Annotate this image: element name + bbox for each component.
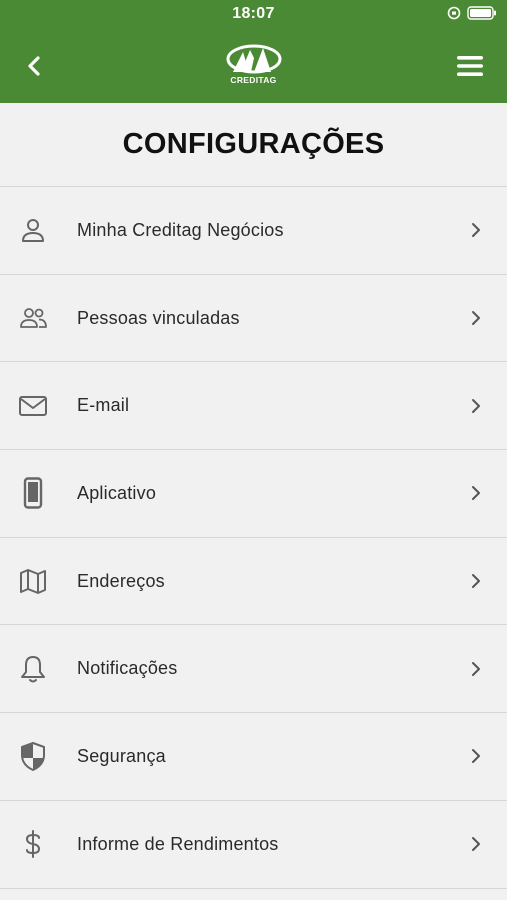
chevron-right-icon: [469, 572, 483, 590]
chevron-right-icon: [469, 835, 483, 853]
menu-item-informe-rendimentos[interactable]: Informe de Rendimentos: [0, 801, 507, 889]
menu-item-aplicativo[interactable]: Aplicativo: [0, 450, 507, 538]
menu-item-pessoas-vinculadas[interactable]: Pessoas vinculadas: [0, 275, 507, 363]
settings-menu: Minha Creditag Negócios Pessoas vinculad…: [0, 187, 507, 889]
menu-item-notificacoes[interactable]: Notificações: [0, 625, 507, 714]
chevron-right-icon: [469, 484, 483, 502]
back-button[interactable]: [18, 50, 50, 82]
hamburger-icon: [457, 56, 483, 76]
chevron-right-icon: [469, 747, 483, 765]
menu-item-label: Segurança: [77, 745, 166, 766]
menu-item-label: E-mail: [77, 395, 130, 416]
envelope-icon: [16, 389, 50, 423]
menu-item-email[interactable]: E-mail: [0, 362, 507, 451]
chevron-right-icon: [469, 309, 483, 327]
menu-item-enderecos[interactable]: Endereços: [0, 538, 507, 626]
logo-mark: [226, 44, 281, 74]
phone-icon: [16, 476, 50, 510]
menu-item-label: Aplicativo: [77, 482, 157, 503]
people-icon: [16, 301, 50, 335]
chevron-right-icon: [469, 221, 483, 239]
menu-item-minha-creditag[interactable]: Minha Creditag Negócios: [0, 187, 507, 275]
status-time: 18:07: [232, 5, 275, 22]
battery-icon: [467, 6, 497, 25]
chevron-right-icon: [469, 397, 483, 415]
person-icon: [16, 213, 50, 247]
menu-item-label: Notificações: [77, 658, 178, 679]
menu-item-label: Informe de Rendimentos: [77, 833, 279, 854]
shield-icon: [16, 739, 50, 773]
status-bar: 18:07: [0, 0, 507, 30]
chevron-right-icon: [469, 660, 483, 678]
page-title-section: CONFIGURAÇÕES: [0, 103, 507, 187]
orientation-lock-icon: [447, 6, 461, 25]
map-icon: [16, 564, 50, 598]
logo-text: CREDITAG: [230, 75, 277, 85]
menu-item-seguranca[interactable]: Segurança: [0, 713, 507, 801]
menu-item-label: Minha Creditag Negócios: [77, 219, 284, 240]
menu-button[interactable]: [453, 50, 487, 82]
bell-icon: [16, 652, 50, 686]
dollar-icon: [16, 827, 50, 861]
chevron-left-icon: [28, 56, 40, 76]
menu-item-label: Pessoas vinculadas: [77, 307, 240, 328]
status-icons: [447, 6, 497, 25]
menu-item-label: Endereços: [77, 570, 165, 591]
page-title: CONFIGURAÇÕES: [122, 128, 385, 160]
creditag-logo: CREDITAG: [221, 42, 287, 90]
navigation-bar: CREDITAG: [0, 30, 507, 103]
